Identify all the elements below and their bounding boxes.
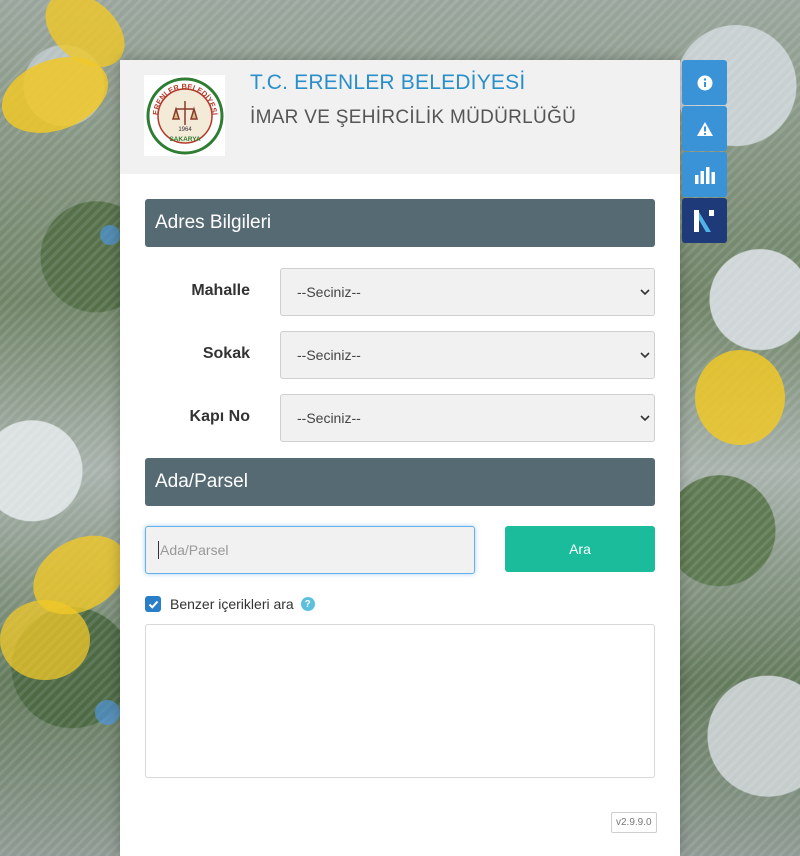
map-marker [0,600,90,680]
sokak-select-value: --Seciniz-- [297,347,361,363]
kapi-no-select-value: --Seciniz-- [297,410,361,426]
brand-button[interactable] [682,198,727,243]
search-panel: ERENLER BELEDİYESİ 1964 SAKARYA T.C. ERE… [120,60,680,856]
brand-logo-icon [693,209,714,232]
logo-year: 1964 [178,127,192,133]
info-icon [697,75,712,90]
warning-icon [696,121,713,136]
mahalle-select[interactable]: --Seciniz-- [280,268,655,316]
version-badge: v2.9.9.0 [611,812,657,833]
check-icon [148,600,158,609]
info-button[interactable] [682,60,727,105]
municipality-seal-icon: ERENLER BELEDİYESİ 1964 SAKARYA [146,77,223,154]
section-address-title: Adres Bilgileri [155,212,272,233]
similar-content-option: Benzer içerikleri ara ? [145,594,315,614]
ada-parsel-input[interactable]: Ada/Parsel [145,526,475,574]
municipality-logo: ERENLER BELEDİYESİ 1964 SAKARYA [144,75,225,156]
section-parcel: Ada/Parsel [145,458,655,506]
section-address: Adres Bilgileri [145,199,655,247]
chevron-down-icon [640,352,650,359]
panel-header: ERENLER BELEDİYESİ 1964 SAKARYA T.C. ERE… [120,60,680,174]
sokak-select[interactable]: --Seciniz-- [280,331,655,379]
warning-button[interactable] [682,106,727,151]
page-title: T.C. ERENLER BELEDİYESİ [250,71,526,94]
map-marker [100,225,120,245]
mahalle-select-value: --Seciniz-- [297,284,361,300]
chart-icon [694,166,715,184]
ada-parsel-placeholder: Ada/Parsel [160,542,229,558]
section-parcel-title: Ada/Parsel [155,471,248,492]
chevron-down-icon [640,415,650,422]
similar-content-checkbox[interactable] [145,596,161,612]
search-button[interactable]: Ara [505,526,655,572]
field-label-mahalle: Mahalle [191,282,250,299]
chevron-down-icon [640,289,650,296]
field-label-sokak: Sokak [202,345,250,362]
similar-content-label: Benzer içerikleri ara [170,596,294,612]
help-icon[interactable]: ? [300,597,315,611]
logo-city: SAKARYA [169,136,201,143]
map-marker [95,700,120,725]
results-area [145,624,655,778]
map-marker [695,350,785,445]
page-subtitle: İMAR VE ŞEHİRCİLİK MÜDÜRLÜĞÜ [250,107,577,128]
kapi-no-select[interactable]: --Seciniz-- [280,394,655,442]
statistics-button[interactable] [682,152,727,197]
text-caret [158,541,159,559]
field-label-kapi-no: Kapı No [189,408,250,425]
